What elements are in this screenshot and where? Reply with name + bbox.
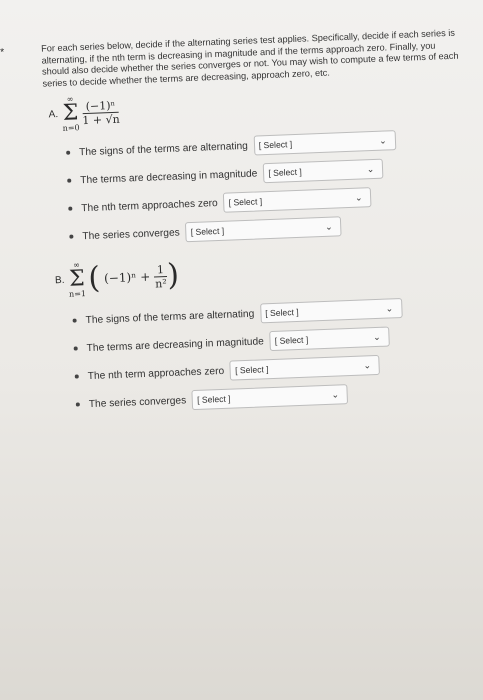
chevron-down-icon: ⌄ <box>385 303 394 314</box>
question-label: The nth term approaches zero <box>81 197 218 215</box>
question-label: The signs of the terms are alternating <box>78 140 249 159</box>
bullet-icon <box>68 206 73 212</box>
bullet-icon <box>66 150 71 156</box>
answer-select[interactable]: [ Select ] ⌄ <box>269 326 391 352</box>
series-a-numerator: (−1)ⁿ <box>82 98 119 114</box>
answer-select[interactable]: [ Select ] ⌄ <box>185 216 343 243</box>
answer-select[interactable]: [ Select ] ⌄ <box>262 158 384 184</box>
chevron-down-icon: ⌄ <box>354 192 363 203</box>
question-label: The signs of the terms are alternating <box>85 308 255 327</box>
answer-select[interactable]: [ Select ] ⌄ <box>191 384 349 411</box>
right-paren: ) <box>166 257 180 294</box>
series-b-numerator: 1 <box>153 262 168 278</box>
photographed-page: * For each series below, decide if the a… <box>0 0 483 700</box>
series-a-denominator: 1 + √n <box>82 112 120 127</box>
answer-select[interactable]: [ Select ] ⌄ <box>229 355 381 382</box>
series-a-sigma: ∞ Σ n=0 <box>62 94 80 134</box>
series-b-sigma: ∞ Σ n=1 <box>68 260 87 300</box>
question-content: * For each series below, decide if the a… <box>0 28 472 421</box>
series-b-questions: The signs of the terms are alternating [… <box>72 292 472 419</box>
bullet-icon <box>73 346 78 351</box>
question-label: The series converges <box>82 227 180 243</box>
series-b-lower-limit: n=1 <box>68 289 87 300</box>
chevron-down-icon: ⌄ <box>363 360 372 371</box>
series-b-expression: B. ∞ Σ n=1 ( (−1)ⁿ + 1 n² ) <box>54 246 467 300</box>
question-label: The terms are decreasing in magnitude <box>80 168 258 187</box>
answer-select[interactable]: [ Select ] ⌄ <box>253 130 397 156</box>
chevron-down-icon: ⌄ <box>378 135 387 146</box>
bullet-icon <box>75 402 80 407</box>
series-a-lower-limit: n=0 <box>62 123 80 134</box>
bullet-icon <box>74 374 79 379</box>
chevron-down-icon: ⌄ <box>366 163 375 175</box>
series-a-questions: The signs of the terms are alternating [… <box>66 124 466 251</box>
answer-select[interactable]: [ Select ] ⌄ <box>223 187 372 214</box>
answer-select[interactable]: [ Select ] ⌄ <box>259 298 403 324</box>
series-b-fraction: 1 n² <box>153 262 168 291</box>
required-star: * <box>0 47 5 59</box>
question-label: The terms are decreasing in magnitude <box>86 336 265 354</box>
bullet-icon <box>67 178 72 184</box>
chevron-down-icon: ⌄ <box>372 331 381 342</box>
question-label: The nth term approaches zero <box>87 365 225 382</box>
series-a-label: A. <box>48 108 59 121</box>
question-label: The series converges <box>88 395 187 410</box>
series-a-fraction: (−1)ⁿ 1 + √n <box>82 98 120 127</box>
series-b-term: (−1)ⁿ + <box>103 270 151 286</box>
series-b-label: B. <box>54 274 65 287</box>
chevron-down-icon: ⌄ <box>331 389 340 400</box>
chevron-down-icon: ⌄ <box>324 221 333 232</box>
bullet-icon <box>72 318 77 324</box>
series-b-denominator: n² <box>155 276 168 291</box>
left-paren: ( <box>87 260 101 297</box>
bullet-icon <box>69 234 74 240</box>
